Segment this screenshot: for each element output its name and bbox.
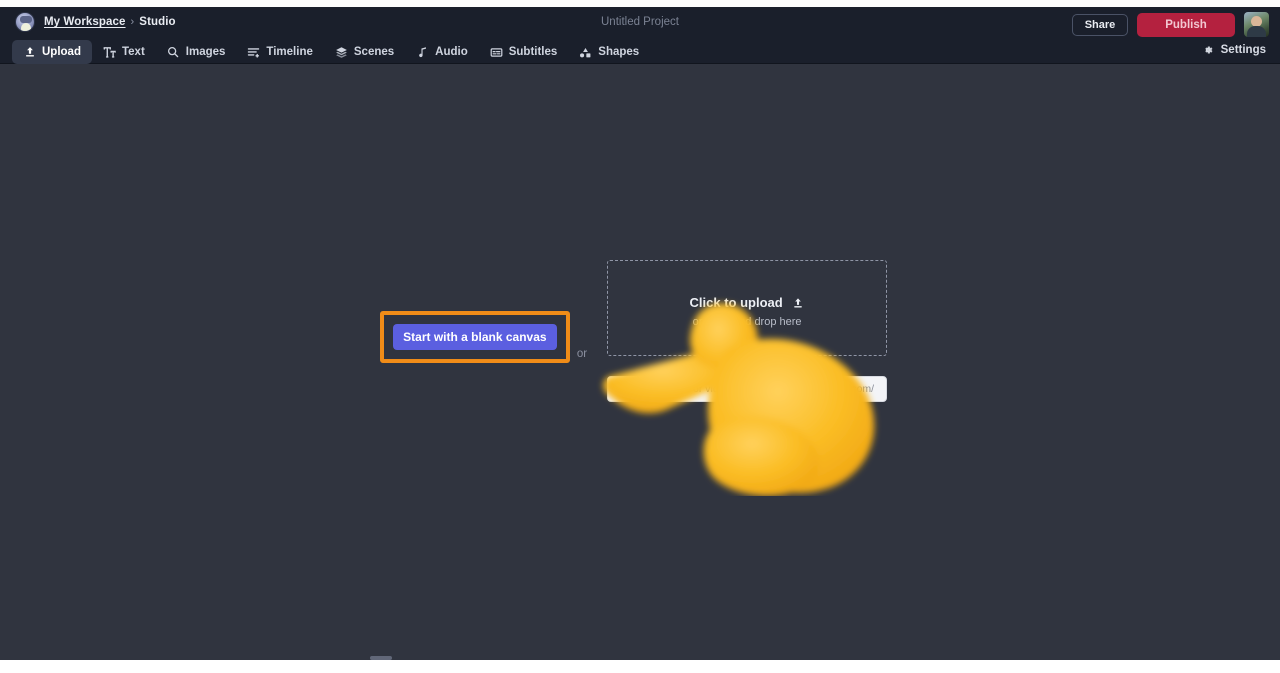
media-url-input[interactable] — [607, 376, 887, 402]
avatar[interactable] — [1244, 12, 1269, 37]
blank-canvas-group: Start with a blank canvas — [393, 324, 557, 350]
publish-button[interactable]: Publish — [1137, 13, 1235, 37]
text-icon — [103, 46, 116, 59]
breadcrumb-current: Studio — [139, 16, 175, 28]
header-actions: Share Publish — [1072, 12, 1269, 37]
tab-label: Text — [122, 46, 145, 58]
header-top-row: My Workspace › Studio Untitled Project S… — [0, 7, 1280, 40]
dropzone-primary-row: Click to upload — [690, 295, 805, 310]
timeline-icon — [247, 46, 260, 59]
music-note-icon — [416, 46, 429, 59]
start-blank-canvas-button[interactable]: Start with a blank canvas — [393, 324, 557, 350]
editor-canvas: Start with a blank canvas or Click to up… — [0, 64, 1280, 660]
dropzone-secondary-label: or, drag and drop here — [693, 316, 802, 328]
tab-label: Upload — [42, 46, 81, 58]
tab-label: Scenes — [354, 46, 394, 58]
tab-timeline[interactable]: Timeline — [236, 40, 323, 64]
workspace-avatar-icon — [15, 12, 35, 32]
tab-bar: Upload Text Images — [0, 40, 1280, 64]
tab-scenes[interactable]: Scenes — [324, 40, 405, 64]
settings-button[interactable]: Settings — [1202, 43, 1266, 56]
tab-label: Audio — [435, 46, 468, 58]
breadcrumb-text: My Workspace › Studio — [44, 16, 176, 28]
start-options: Start with a blank canvas or Click to up… — [0, 260, 1280, 402]
tab-shapes[interactable]: Shapes — [568, 40, 650, 64]
upload-arrow-icon — [792, 296, 805, 309]
subtitles-icon — [490, 46, 503, 59]
tab-upload[interactable]: Upload — [12, 40, 92, 64]
shapes-icon — [579, 46, 592, 59]
breadcrumb-workspace-link[interactable]: My Workspace — [44, 16, 126, 28]
tab-label: Subtitles — [509, 46, 558, 58]
upload-dropzone[interactable]: Click to upload or, drag and drop here — [607, 260, 887, 356]
settings-label: Settings — [1221, 44, 1266, 56]
layers-icon — [335, 46, 348, 59]
gear-icon — [1202, 43, 1215, 56]
tab-audio[interactable]: Audio — [405, 40, 479, 64]
tab-label: Images — [186, 46, 226, 58]
or-divider-label: or — [577, 348, 587, 360]
studio-app: My Workspace › Studio Untitled Project S… — [0, 0, 1280, 673]
search-icon — [167, 46, 180, 59]
breadcrumb: My Workspace › Studio — [15, 12, 176, 32]
tab-list: Upload Text Images — [12, 40, 650, 64]
browser-edge-strip — [0, 0, 1280, 7]
upload-icon — [23, 46, 36, 59]
dropzone-primary-label: Click to upload — [690, 295, 783, 310]
tab-text[interactable]: Text — [92, 40, 156, 64]
breadcrumb-separator-icon: › — [131, 16, 135, 28]
timeline-scrub-handle[interactable] — [370, 656, 392, 660]
app-header: My Workspace › Studio Untitled Project S… — [0, 7, 1280, 64]
tab-images[interactable]: Images — [156, 40, 237, 64]
tab-label: Shapes — [598, 46, 639, 58]
tab-subtitles[interactable]: Subtitles — [479, 40, 569, 64]
share-button[interactable]: Share — [1072, 14, 1128, 36]
upload-column: Click to upload or, drag and drop here — [607, 260, 887, 402]
tab-label: Timeline — [266, 46, 312, 58]
